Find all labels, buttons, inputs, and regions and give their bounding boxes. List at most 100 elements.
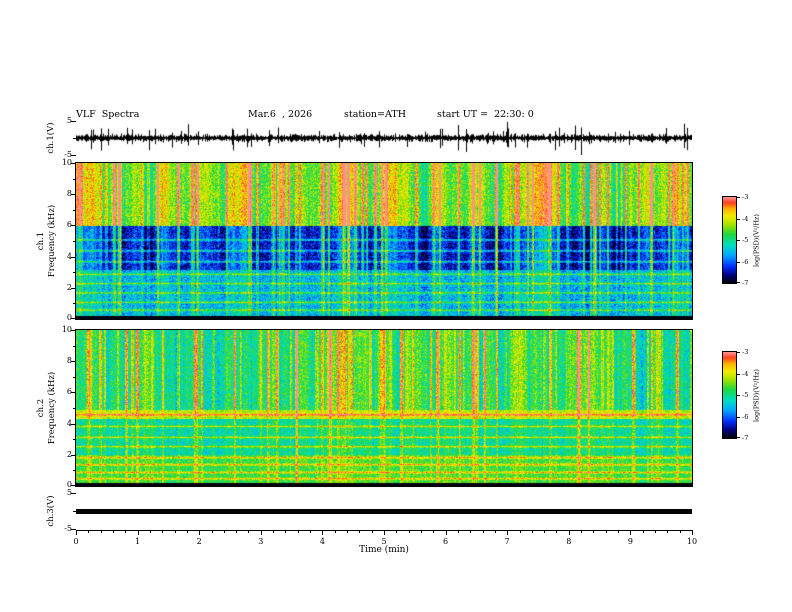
- x-axis-minor-tick: [433, 530, 435, 533]
- spec2-y-tick-label: 2: [66, 449, 72, 459]
- ch1-voltage-tick-label: 5: [66, 116, 72, 125]
- x-axis-tick-label: 3: [258, 537, 264, 546]
- figure-title: VLF Spectra: [76, 109, 140, 120]
- colorbar-tick: [737, 437, 740, 438]
- colorbar-tick: [737, 240, 740, 241]
- figure-start-ut: start UT = 22:30: 0: [437, 109, 534, 120]
- x-axis-minor-tick: [482, 530, 484, 533]
- colorbar-tick-label: -5: [742, 391, 749, 399]
- colorbar-tick-label: -7: [742, 279, 749, 287]
- x-axis-minor-tick: [494, 530, 496, 533]
- colorbar-tick-label: -5: [742, 236, 749, 244]
- spec2-y-minor-tick: [73, 345, 76, 347]
- ch1-frequency-axis-label: ch.1 Frequency (kHz): [36, 204, 57, 278]
- spec1-y-minor-tick: [73, 303, 76, 305]
- vlf-spectra-figure: VLF Spectra Mar.6 , 2026 station=ATH sta…: [0, 0, 792, 612]
- spec1-y-tick-label: 4: [66, 251, 72, 261]
- x-axis-tick-label: 10: [686, 537, 698, 546]
- x-axis-major-tick: [322, 530, 324, 535]
- ch1-spectrogram-plot: [75, 162, 693, 320]
- x-axis-tick-label: 2: [196, 537, 202, 546]
- x-axis-minor-tick: [211, 530, 213, 533]
- colorbar-tick: [737, 395, 740, 396]
- colorbar-tick-label: -3: [742, 193, 749, 201]
- ch3-voltage-tick-label: 5: [66, 488, 72, 497]
- x-axis-minor-tick: [186, 530, 188, 533]
- x-axis-minor-tick: [642, 530, 644, 533]
- ch2-spectrogram-plot: [75, 329, 693, 487]
- x-axis-minor-tick: [125, 530, 127, 533]
- colorbar-tick: [737, 197, 740, 198]
- x-axis-minor-tick: [519, 530, 521, 533]
- colorbar-tick: [737, 282, 740, 283]
- x-axis-minor-tick: [396, 530, 398, 533]
- x-axis-minor-tick: [347, 530, 349, 533]
- x-axis-major-tick: [260, 530, 262, 535]
- x-axis-tick-label: 0: [73, 537, 79, 546]
- x-axis-minor-tick: [408, 530, 410, 533]
- x-axis-tick-label: 4: [319, 537, 325, 546]
- x-axis-minor-tick: [100, 530, 102, 533]
- spec1-y-minor-tick: [73, 209, 76, 211]
- figure-station: station=ATH: [344, 109, 406, 120]
- x-axis-minor-tick: [273, 530, 275, 533]
- x-axis-minor-tick: [248, 530, 250, 533]
- x-axis-minor-tick: [236, 530, 238, 533]
- x-axis-minor-tick: [544, 530, 546, 533]
- x-axis-title: Time (min): [359, 545, 409, 555]
- x-axis-minor-tick: [310, 530, 312, 533]
- colorbar-tick: [737, 219, 740, 220]
- spec1-y-minor-tick: [73, 178, 76, 180]
- spec1-y-minor-tick: [73, 241, 76, 242]
- spec2-y-tick-label: 4: [66, 418, 72, 428]
- spec2-y-tick-label: 10: [61, 325, 72, 334]
- spec1-y-tick-label: 6: [66, 220, 72, 230]
- colorbar-tick: [737, 262, 740, 263]
- x-axis-tick-label: 7: [504, 537, 510, 546]
- x-axis-minor-tick: [679, 530, 681, 533]
- x-axis-minor-tick: [174, 530, 176, 533]
- colorbar-tick-label: -7: [742, 434, 749, 442]
- x-axis-major-tick: [199, 530, 201, 535]
- ch3-voltage-zero-tick: [73, 511, 76, 512]
- x-axis-minor-tick: [359, 530, 361, 533]
- x-axis-minor-tick: [297, 530, 299, 533]
- x-axis-minor-tick: [531, 530, 533, 533]
- x-axis-minor-tick: [88, 530, 90, 533]
- spec2-y-minor-tick: [73, 376, 76, 378]
- x-axis-major-tick: [76, 530, 77, 535]
- colorbar-tick-label: -3: [742, 348, 749, 356]
- x-axis-minor-tick: [470, 530, 472, 533]
- spec2-y-tick-label: 8: [66, 356, 72, 366]
- colorbar-tick-label: -6: [742, 413, 749, 421]
- spec1-y-tick-label: 10: [61, 158, 72, 167]
- x-axis-minor-tick: [556, 530, 558, 533]
- x-axis-minor-tick: [223, 530, 225, 533]
- spec1-y-tick-label: 2: [66, 282, 72, 292]
- colorbar-tick: [737, 352, 740, 353]
- figure-date: Mar.6 , 2026: [248, 109, 313, 120]
- colorbar-tick-label: -6: [742, 258, 749, 266]
- x-axis-minor-tick: [667, 530, 669, 533]
- x-axis-tick-label: 9: [627, 537, 633, 546]
- x-axis-minor-tick: [285, 530, 287, 533]
- x-axis-minor-tick: [593, 530, 595, 533]
- x-axis-major-tick: [568, 530, 570, 535]
- x-axis-minor-tick: [618, 530, 620, 533]
- colorbar-tick: [737, 417, 740, 418]
- spec2-y-minor-tick: [73, 408, 76, 409]
- colorbar-ch1: [722, 196, 737, 284]
- spec2-y-tick-label: 6: [66, 387, 72, 397]
- x-axis-major-tick: [384, 530, 385, 535]
- colorbar-tick-label: -4: [742, 215, 749, 223]
- x-axis-tick-label: 1: [135, 537, 141, 546]
- x-axis-minor-tick: [420, 530, 422, 533]
- x-axis-major-tick: [507, 530, 509, 535]
- x-axis-minor-tick: [334, 530, 336, 533]
- x-axis-major-tick: [692, 530, 693, 535]
- x-axis-tick-label: 6: [443, 537, 449, 546]
- colorbar-tick: [737, 374, 740, 375]
- ch3-voltage-axis-label: ch.3(V): [46, 495, 56, 527]
- x-axis-minor-tick: [162, 530, 164, 533]
- spec1-y-minor-tick: [73, 272, 76, 274]
